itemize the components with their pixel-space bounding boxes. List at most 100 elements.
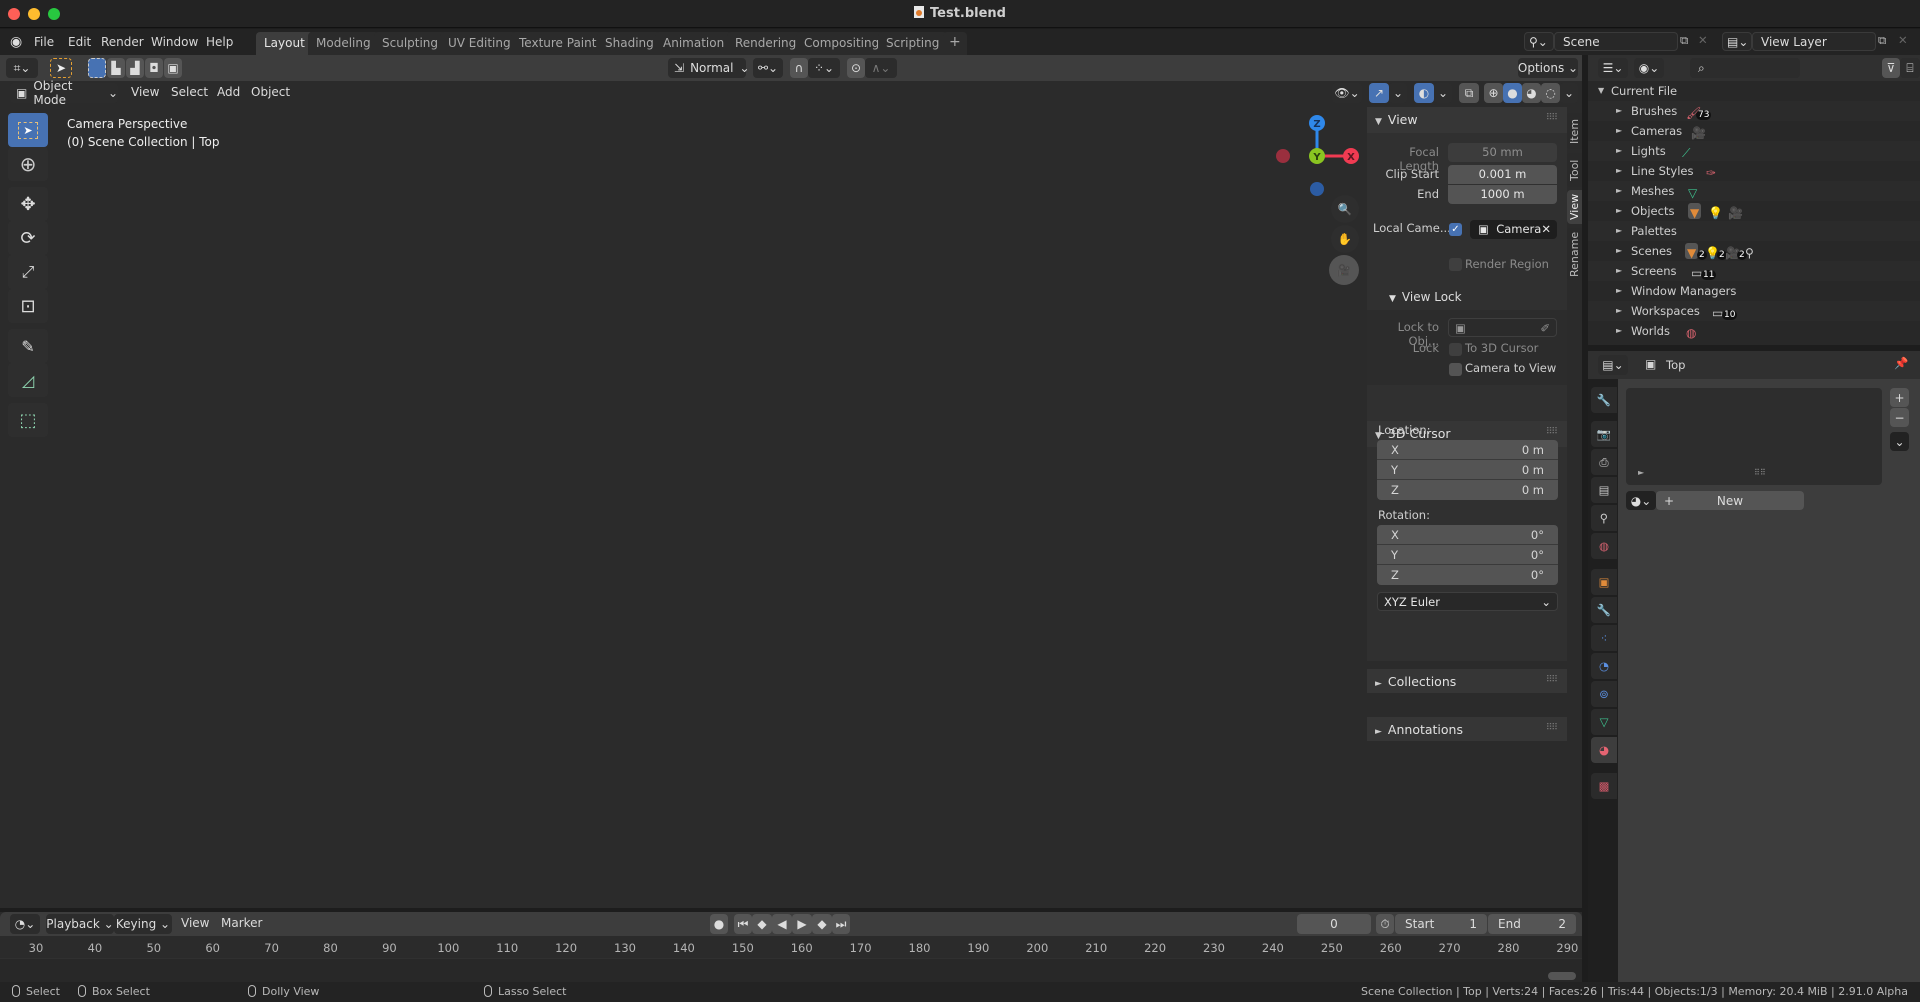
start-frame-field[interactable]: Start 1 bbox=[1395, 914, 1487, 934]
pin-icon[interactable]: 📌 bbox=[1894, 356, 1908, 370]
active-tool-select-icon[interactable]: ➤ bbox=[50, 58, 72, 78]
mode-subtract-selection-button[interactable]: ▟ bbox=[126, 58, 144, 78]
properties-tab-particles[interactable]: ⁖ bbox=[1591, 625, 1617, 651]
viewport-menu-add[interactable]: Add bbox=[217, 85, 240, 99]
filter-button[interactable]: ⊽ bbox=[1882, 58, 1900, 78]
datablock-icon[interactable]: ▽ bbox=[1688, 183, 1697, 200]
datablock-icon[interactable]: ⟋ bbox=[1682, 143, 1690, 160]
zoom-view-button[interactable]: 🔍 bbox=[1331, 195, 1359, 223]
gizmo-dropdown[interactable]: ⌄ bbox=[1389, 83, 1407, 103]
datablock-icon[interactable]: ▼ bbox=[1685, 243, 1699, 260]
shading-material-button[interactable]: ◕ bbox=[1522, 83, 1541, 103]
drag-handle-icon[interactable]: ⠿⠿ bbox=[1546, 113, 1558, 123]
scene-browse-button[interactable]: ⚲⌄ bbox=[1524, 32, 1554, 51]
clip-end-field[interactable]: 1000 m bbox=[1448, 185, 1557, 204]
add-workspace-button[interactable]: + bbox=[943, 32, 967, 55]
properties-tab-data[interactable]: ▽ bbox=[1591, 709, 1617, 735]
browse-material-button[interactable]: ◕ ⌄ bbox=[1626, 491, 1656, 510]
viewport-menu-object[interactable]: Object bbox=[251, 85, 290, 99]
datablock-icon[interactable]: ✑ bbox=[1706, 163, 1716, 180]
outliner-item-lights[interactable]: ► Lights ⟋ bbox=[1588, 141, 1920, 161]
expand-arrow-icon[interactable]: ▼ bbox=[1598, 81, 1604, 101]
rotation-mode-dropdown[interactable]: XYZ Euler ⌄ bbox=[1377, 592, 1558, 611]
gizmo-toggle[interactable]: ↗ bbox=[1369, 83, 1389, 103]
shading-rendered-button[interactable]: ◌ bbox=[1541, 83, 1560, 103]
cursor-rotation-z[interactable]: Z 0° bbox=[1377, 565, 1558, 585]
view-panel-header[interactable]: ▼ View ⠿⠿ bbox=[1367, 107, 1567, 133]
menu-edit[interactable]: Edit bbox=[62, 33, 97, 51]
tab-compositing[interactable]: Compositing bbox=[796, 32, 888, 55]
viewport-menu-select[interactable]: Select bbox=[171, 85, 208, 99]
tab-uv-editing[interactable]: UV Editing bbox=[440, 32, 519, 55]
jump-to-end-button[interactable]: ⏭ bbox=[832, 914, 850, 934]
expand-arrow-icon[interactable]: ► bbox=[1616, 181, 1622, 201]
drag-handle-icon[interactable]: ⠿⠿ bbox=[1546, 427, 1558, 437]
datablock-icon[interactable]: 💡 bbox=[1708, 203, 1723, 220]
annotations-panel-header[interactable]: ► Annotations ⠿⠿ bbox=[1367, 717, 1567, 741]
timeline-editor-type-button[interactable]: ◔ ⌄ bbox=[10, 914, 40, 934]
delete-view-layer-icon[interactable]: ✕ bbox=[1898, 33, 1908, 47]
properties-tab-output[interactable]: ⎙ bbox=[1591, 449, 1617, 475]
outliner-item-worlds[interactable]: ► Worlds ◍ bbox=[1588, 321, 1920, 341]
focal-length-field[interactable]: 50 mm bbox=[1448, 143, 1557, 162]
outliner-item-meshes[interactable]: ► Meshes ▽ bbox=[1588, 181, 1920, 201]
tab-sculpting[interactable]: Sculpting bbox=[374, 32, 447, 55]
copy-scene-icon[interactable]: ⧉ bbox=[1680, 33, 1688, 48]
add-material-slot-button[interactable]: + bbox=[1890, 388, 1909, 407]
outliner-item-line-styles[interactable]: ► Line Styles ✑ bbox=[1588, 161, 1920, 181]
sidebar-tab-view[interactable]: View bbox=[1567, 190, 1582, 224]
new-material-button[interactable]: + New bbox=[1656, 491, 1804, 510]
keying-dropdown[interactable]: Keying ⌄ bbox=[114, 914, 172, 934]
mode-new-selection-button[interactable] bbox=[88, 58, 106, 78]
navigation-gizmo[interactable]: Z Y X bbox=[1270, 111, 1370, 201]
sidebar-tab-item[interactable]: Item bbox=[1567, 113, 1582, 149]
timeline-menu-marker[interactable]: Marker bbox=[221, 916, 262, 930]
play-reverse-button[interactable]: ◀ bbox=[772, 914, 792, 934]
copy-view-layer-icon[interactable]: ⧉ bbox=[1878, 33, 1886, 48]
play-button[interactable]: ▶ bbox=[792, 914, 812, 934]
playback-dropdown[interactable]: Playback ⌄ bbox=[46, 914, 114, 934]
shading-wireframe-button[interactable]: ⊕ bbox=[1484, 83, 1503, 103]
end-frame-field[interactable]: End 2 bbox=[1488, 914, 1576, 934]
overlays-toggle[interactable]: ◐ bbox=[1414, 83, 1434, 103]
new-collection-button[interactable]: ⌸ bbox=[1900, 58, 1920, 78]
editor-type-button[interactable]: ⌗ ⌄ bbox=[6, 58, 38, 78]
xray-toggle[interactable]: ⧉ bbox=[1459, 83, 1479, 103]
overlays-dropdown[interactable]: ⌄ bbox=[1434, 83, 1452, 103]
properties-tab-view-layer[interactable]: ▤ bbox=[1591, 477, 1617, 503]
delete-scene-icon[interactable]: ✕ bbox=[1698, 33, 1708, 47]
menu-render[interactable]: Render bbox=[95, 33, 150, 51]
outliner-item-cameras[interactable]: ► Cameras 🎥 bbox=[1588, 121, 1920, 141]
transform-orientation-dropdown[interactable]: ⇲ Normal ⌄ bbox=[668, 58, 750, 78]
outliner-item-brushes[interactable]: ► Brushes 🖌 73 bbox=[1588, 101, 1920, 121]
datablock-icon[interactable]: ▼ bbox=[1688, 203, 1702, 220]
outliner-search-input[interactable]: ⌕ bbox=[1690, 58, 1800, 78]
sidebar-tab-rename[interactable]: Rename bbox=[1567, 228, 1582, 280]
pivot-point-dropdown[interactable]: ⚯ ⌄ bbox=[753, 58, 783, 78]
render-region-checkbox[interactable] bbox=[1449, 258, 1462, 271]
expand-arrow-icon[interactable]: ► bbox=[1616, 201, 1622, 221]
mode-invert-selection-button[interactable]: ◘ bbox=[145, 58, 163, 78]
mode-intersect-selection-button[interactable]: ▣ bbox=[164, 58, 182, 78]
cursor-location-z[interactable]: Z 0 m bbox=[1377, 480, 1558, 500]
view-lock-subpanel-header[interactable]: ▼ View Lock bbox=[1367, 286, 1567, 310]
camera-to-view-checkbox[interactable] bbox=[1449, 363, 1462, 376]
jump-to-prev-keyframe-button[interactable]: ◆ bbox=[752, 914, 772, 934]
options-dropdown[interactable]: Options ⌄ bbox=[1518, 58, 1578, 78]
datablock-icon[interactable]: ◍ bbox=[1686, 323, 1696, 340]
tab-modeling[interactable]: Modeling bbox=[308, 32, 379, 55]
expand-arrow-icon[interactable]: ► bbox=[1616, 301, 1622, 321]
clear-camera-icon[interactable]: ✕ bbox=[1541, 220, 1551, 239]
drag-handle-icon[interactable]: ⠿⠿ bbox=[1546, 675, 1558, 685]
proportional-edit-toggle[interactable]: ⊙ bbox=[847, 58, 865, 78]
current-frame-field[interactable]: 0 bbox=[1297, 914, 1371, 934]
object-visibility-dropdown[interactable]: 👁 ⌄ bbox=[1332, 83, 1362, 103]
object-mode-dropdown[interactable]: ▣ Object Mode ⌄ bbox=[10, 79, 118, 107]
tool-move[interactable]: ✥ bbox=[8, 187, 48, 221]
snap-target-dropdown[interactable]: ⁘ ⌄ bbox=[808, 58, 840, 78]
sidebar-tab-tool[interactable]: Tool bbox=[1567, 153, 1582, 187]
outliner-item-window-managers[interactable]: ► Window Managers bbox=[1588, 281, 1920, 301]
lock-to-3d-cursor-checkbox[interactable] bbox=[1449, 343, 1462, 356]
mode-extend-selection-button[interactable]: ▙ bbox=[107, 58, 125, 78]
timeline-menu-view[interactable]: View bbox=[181, 916, 209, 930]
